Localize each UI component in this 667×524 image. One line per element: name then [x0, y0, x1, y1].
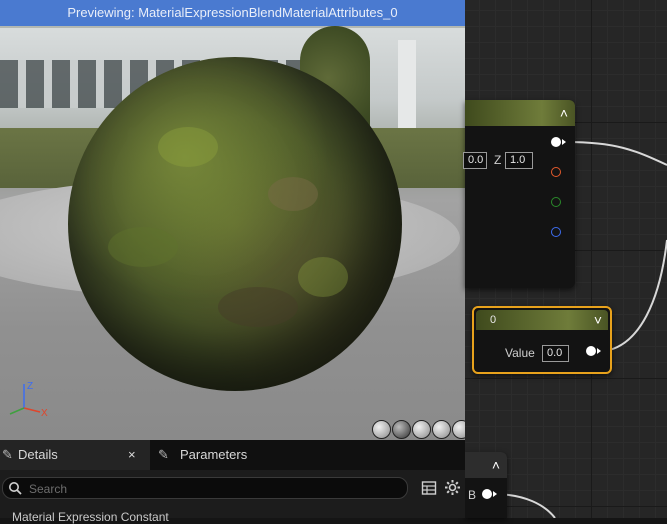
- output-pin-b[interactable]: [551, 227, 561, 237]
- material-graph[interactable]: ˄ 0.0 Z 1.0 0 ˅ Value 0.0 ˄ B: [463, 0, 667, 518]
- scalar-node[interactable]: 0 ˅ Value 0.0: [472, 306, 612, 374]
- cube-icon[interactable]: [432, 420, 451, 439]
- chevron-up-icon[interactable]: ˄: [555, 104, 573, 122]
- background-pillar: [398, 40, 416, 130]
- blend-node[interactable]: ˄ B: [465, 452, 507, 518]
- preview-viewport[interactable]: Previewing: MaterialExpressionBlendMater…: [0, 0, 465, 440]
- table-view-icon[interactable]: [421, 480, 437, 496]
- pin-b-input[interactable]: [482, 489, 492, 499]
- output-pin-r[interactable]: [551, 167, 561, 177]
- tab-details-label: Details: [18, 447, 58, 462]
- wire-top: [566, 141, 667, 166]
- output-pin-white[interactable]: [551, 137, 561, 147]
- z-label: Z: [494, 153, 502, 167]
- vector-node[interactable]: ˄ 0.0 Z 1.0: [463, 100, 575, 288]
- details-panel: ✎ Details × ✎ Parameters Search Material…: [0, 440, 465, 524]
- category-header[interactable]: Material Expression Constant: [12, 510, 169, 524]
- value-field[interactable]: 0.0: [542, 345, 569, 362]
- chevron-down-icon[interactable]: ˅: [589, 311, 607, 329]
- gear-icon[interactable]: [444, 479, 461, 496]
- scalar-output-arrow: [597, 348, 601, 354]
- chevron-up-icon[interactable]: ˄: [487, 456, 505, 474]
- search-box[interactable]: [2, 477, 408, 499]
- sphere-speck: [218, 287, 298, 327]
- search-input[interactable]: [27, 479, 401, 499]
- sphere-icon[interactable]: [392, 420, 411, 439]
- axis-z-label: Z: [27, 381, 33, 392]
- sphere-speck: [158, 127, 218, 167]
- preview-sphere[interactable]: [68, 57, 402, 391]
- output-pin-g[interactable]: [551, 197, 561, 207]
- tab-parameters[interactable]: ✎ Parameters: [152, 440, 272, 470]
- axis-gizmo: Z X: [9, 381, 48, 418]
- z-value-field[interactable]: 1.0: [505, 152, 533, 169]
- sphere-speck: [108, 227, 178, 267]
- sphere-speck: [298, 257, 348, 297]
- value-label: Value: [505, 346, 535, 360]
- search-icon: [9, 482, 22, 495]
- tab-parameters-label: Parameters: [180, 447, 248, 462]
- cylinder-icon[interactable]: [372, 420, 391, 439]
- mesh-icon[interactable]: [452, 420, 465, 439]
- pencil-icon: ✎: [2, 447, 13, 462]
- wire-scalar: [604, 239, 667, 352]
- output-pin-arrow: [562, 139, 566, 145]
- preview-title: Previewing: MaterialExpressionBlendMater…: [67, 5, 398, 20]
- x-value-field[interactable]: 0.0: [463, 152, 487, 169]
- preview-title-bar: Previewing: MaterialExpressionBlendMater…: [0, 0, 465, 26]
- panel-tabs: ✎ Details × ✎ Parameters: [0, 440, 465, 470]
- plane-icon[interactable]: [412, 420, 431, 439]
- scalar-node-title: 0: [490, 314, 497, 326]
- pin-b-arrow: [493, 491, 497, 497]
- scalar-output-pin[interactable]: [586, 346, 596, 356]
- close-icon[interactable]: ×: [128, 440, 136, 470]
- pencil-icon: ✎: [158, 447, 169, 462]
- sphere-speck: [268, 177, 318, 211]
- tab-details[interactable]: ✎ Details ×: [0, 440, 150, 470]
- search-row: [0, 472, 465, 502]
- axis-x-label: X: [41, 408, 48, 418]
- pin-b-label: B: [468, 488, 477, 502]
- preview-mesh-buttons: [372, 420, 465, 439]
